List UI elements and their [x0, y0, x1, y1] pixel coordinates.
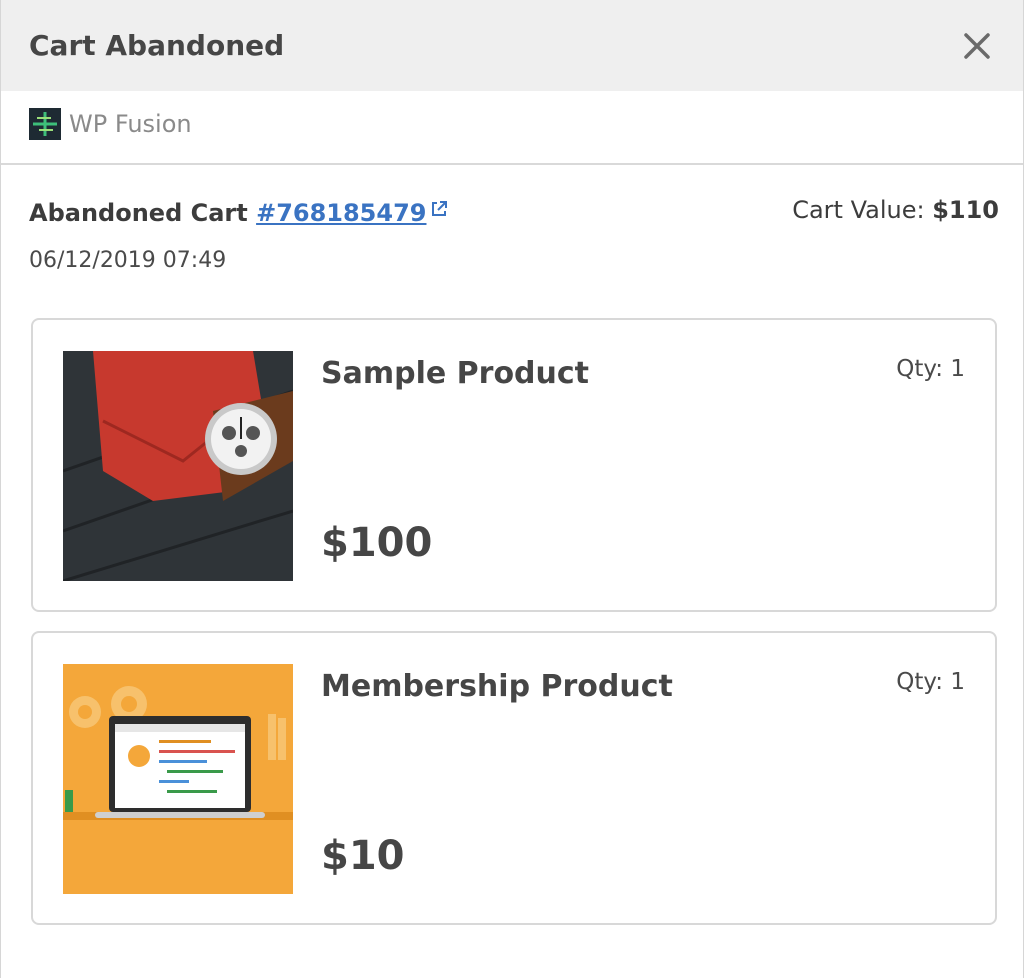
dialog-title: Cart Abandoned: [29, 29, 285, 62]
cart-value-amount: $110: [932, 196, 999, 224]
abandoned-cart-label: Abandoned Cart: [29, 199, 257, 227]
cart-value-label: Cart Value:: [792, 196, 933, 224]
close-icon: [964, 33, 990, 59]
watch-product-image: [63, 351, 293, 581]
dialog-header: Cart Abandoned: [1, 0, 1023, 91]
cart-item-card: Membership Product Qty: 1 $10: [31, 631, 997, 925]
external-link-icon[interactable]: [430, 194, 448, 226]
cart-abandoned-dialog: Cart Abandoned WP Fusion Abandoned Cart …: [0, 0, 1024, 978]
item-name: Membership Product: [321, 669, 673, 704]
source-name: WP Fusion: [69, 110, 192, 138]
item-name: Sample Product: [321, 356, 590, 391]
laptop-membership-image: [63, 664, 293, 894]
cart-value: Cart Value: $110: [792, 194, 999, 226]
item-quantity: Qty: 1: [896, 356, 965, 382]
abandoned-cart-line: Abandoned Cart #768185479: [29, 194, 448, 229]
item-price: $100: [321, 520, 433, 566]
item-quantity: Qty: 1: [896, 669, 965, 695]
cart-item-card: Sample Product Qty: 1 $100: [31, 318, 997, 612]
item-price: $10: [321, 833, 405, 879]
cart-id-link[interactable]: #768185479: [256, 199, 426, 227]
source-row: WP Fusion: [1, 91, 1023, 165]
cart-date: 06/12/2019 07:49: [29, 248, 227, 273]
close-button[interactable]: [957, 26, 997, 66]
wp-fusion-logo-icon: [29, 108, 61, 140]
